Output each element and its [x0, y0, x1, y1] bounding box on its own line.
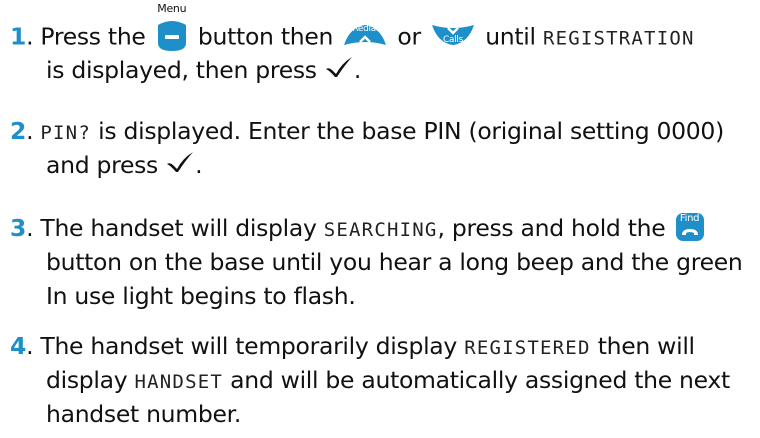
find-key-icon: Find	[675, 212, 705, 242]
lcd-text-registration: REGISTRATION	[542, 27, 695, 50]
step-text: display	[46, 366, 135, 394]
step-text: In use light begins to flash.	[46, 282, 356, 310]
step-2: 2. PIN? is displayed. Enter the base PIN…	[10, 114, 755, 182]
step-4-line-3: handset number.	[10, 397, 755, 431]
menu-key-label: Menu	[157, 2, 187, 15]
step-text: Press the	[33, 22, 153, 51]
redial-up-key-icon: Redial	[342, 23, 388, 47]
menu-key-icon: Menu	[155, 3, 189, 53]
ok-tick-icon	[165, 148, 195, 182]
step-number: 4	[10, 332, 27, 360]
find-key-label: Find	[679, 212, 700, 224]
step-text: is displayed. Enter the base PIN (origin…	[90, 117, 724, 145]
step-text: .	[353, 56, 362, 84]
step-text: button then	[190, 22, 341, 51]
step-2-line-1: 2. PIN? is displayed. Enter the base PIN…	[10, 114, 755, 148]
step-number: 3	[10, 214, 27, 242]
step-number-dot: .	[26, 117, 34, 145]
step-3: 3. The handset will display SEARCHING, p…	[10, 211, 755, 313]
calls-down-key-icon: Calls	[430, 23, 476, 47]
lcd-text-handset: HANDSET	[134, 371, 223, 393]
step-4-line-1: 4. The handset will temporarily display …	[10, 329, 755, 363]
step-3-line-2: button on the base until you hear a long…	[10, 245, 755, 279]
step-1: 1. Press the Menu button then Redial or …	[10, 3, 755, 87]
step-4: 4. The handset will temporarily display …	[10, 329, 755, 431]
step-number: 1	[10, 22, 27, 51]
lcd-text-pin: PIN?	[40, 122, 91, 144]
step-text: button on the base until you hear a long…	[46, 248, 743, 276]
step-text: is displayed, then press	[46, 56, 324, 84]
step-1-line-1: 1. Press the Menu button then Redial or …	[10, 3, 755, 53]
step-3-line-3: In use light begins to flash.	[10, 279, 755, 313]
lcd-text-searching: SEARCHING	[323, 219, 438, 241]
step-text: until	[478, 22, 543, 51]
step-1-line-2: is displayed, then press .	[10, 53, 755, 87]
step-text: or	[390, 22, 429, 51]
step-text: The handset will display	[33, 214, 324, 242]
calls-key-label: Calls	[443, 35, 464, 45]
lcd-text-registered: REGISTERED	[464, 337, 591, 359]
redial-key-label: Redial	[352, 24, 379, 34]
step-4-line-2: display HANDSET and will be automaticall…	[10, 363, 755, 397]
step-3-line-1: 3. The handset will display SEARCHING, p…	[10, 211, 755, 245]
ok-tick-icon	[324, 53, 354, 87]
step-number: 2	[10, 117, 27, 145]
step-text: and will be automatically assigned the n…	[223, 366, 730, 394]
step-text: then will	[590, 332, 695, 360]
step-text: and press	[46, 151, 166, 179]
step-text: handset number.	[46, 400, 242, 428]
step-text: The handset will temporarily display	[33, 332, 465, 360]
step-text: .	[195, 151, 203, 179]
step-text: , press and hold the	[437, 214, 673, 242]
step-2-line-2: and press .	[10, 148, 755, 182]
